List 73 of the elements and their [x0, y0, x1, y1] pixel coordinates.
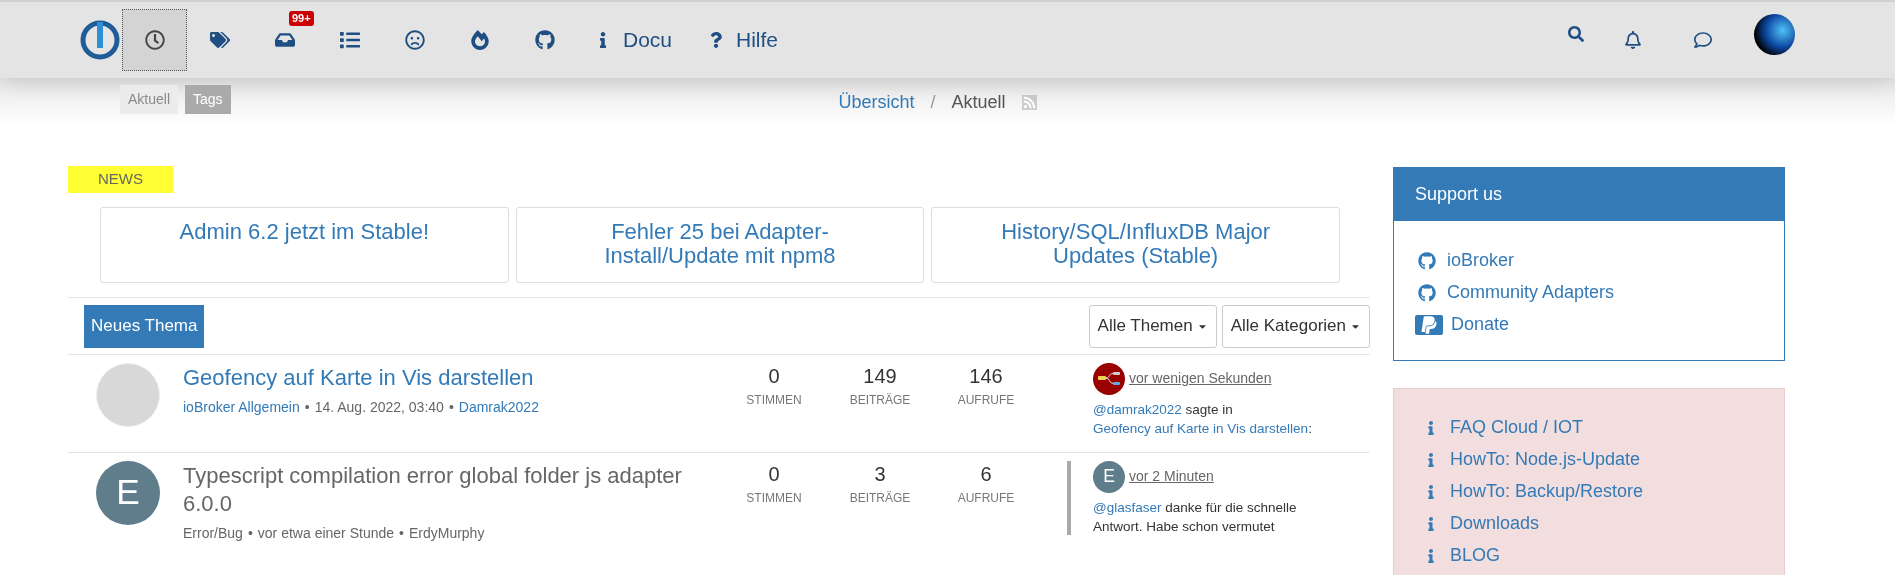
clock-icon: [144, 30, 165, 50]
bullet-separator: •: [304, 397, 310, 417]
support-link[interactable]: Community Adapters: [1415, 279, 1784, 306]
stat-label: BEITRÄGE: [849, 391, 911, 409]
info-link[interactable]: HowTo: Node.js-Update: [1424, 446, 1784, 473]
bullet-separator: •: [399, 523, 404, 543]
category-link[interactable]: ioBroker Allgemein: [183, 396, 300, 418]
filter-dropdown[interactable]: Alle Kategorien: [1221, 304, 1370, 348]
github-icon: [534, 30, 555, 50]
search-icon[interactable]: [1568, 26, 1584, 42]
nav-button[interactable]: [122, 9, 187, 71]
filter-dropdown[interactable]: Alle Themen: [1088, 304, 1217, 348]
flame-icon: [469, 30, 490, 50]
tags-icon: [209, 30, 230, 50]
support-panel-header: Support us: [1394, 168, 1784, 221]
news-card[interactable]: Fehler 25 bei Adapter-Install/Update mit npm8: [515, 206, 925, 283]
support-link[interactable]: Donate: [1415, 311, 1784, 338]
bullet-separator: •: [448, 397, 454, 417]
teaser-link[interactable]: Geofency auf Karte in Vis darstellen: [1093, 420, 1309, 436]
breadcrumb-current: Aktuell: [951, 90, 1006, 114]
circle-logo-icon[interactable]: [80, 20, 120, 60]
last-post-teaser: @glasfaser danke für die schnelle Antwort. Habe schon vermutet: [1093, 498, 1298, 536]
stat-value: 3: [874, 461, 886, 487]
paypal-icon: [1415, 314, 1443, 335]
stat-value: 0: [768, 461, 780, 487]
support-link[interactable]: ioBroker: [1415, 247, 1784, 274]
tooltip: Tags: [185, 85, 231, 114]
github-icon: [1418, 283, 1436, 302]
notification-bell-icon[interactable]: [1624, 31, 1642, 49]
author-link[interactable]: Damrak2022: [458, 396, 539, 418]
stat-label: STIMMEN: [746, 391, 802, 409]
stat-value: 0: [768, 363, 780, 389]
topic-title[interactable]: Geofency auf Karte in Vis darstellen: [183, 363, 713, 392]
breadcrumb-separator: /: [930, 90, 936, 114]
chat-icon[interactable]: [1694, 31, 1712, 49]
frown-face-icon: [404, 30, 425, 50]
nav-link[interactable]: Docu: [577, 9, 691, 71]
topic-time: 14. Aug. 2022, 03:40: [314, 397, 444, 417]
last-post-time-link[interactable]: vor 2 Minuten: [1129, 466, 1214, 487]
list-icon: [339, 30, 360, 50]
last-post-time-link[interactable]: vor wenigen Sekunden: [1129, 368, 1272, 389]
info-link[interactable]: Downloads: [1424, 510, 1784, 537]
letter-avatar: E: [1093, 460, 1125, 493]
stat-label: STIMMEN: [746, 489, 802, 507]
info-link[interactable]: HowTo: Backup/Restore: [1424, 478, 1784, 505]
stat-label: BEITRÄGE: [849, 489, 911, 507]
news-card[interactable]: History/SQL/InfluxDB Major Updates (Stable): [931, 206, 1340, 283]
topic-time: vor etwa einer Stunde: [257, 523, 395, 543]
teaser-link[interactable]: @damrak2022: [1093, 401, 1182, 417]
stat-label: AUFRUFE: [957, 489, 1015, 507]
topic-title[interactable]: Typescript compilation error global folder js adapter 6.0.0: [183, 461, 713, 518]
stat-value: 149: [863, 363, 897, 389]
info-link[interactable]: BLOG: [1424, 542, 1784, 569]
stat-value: 6: [980, 461, 992, 487]
info-link[interactable]: FAQ Cloud / IOT: [1424, 414, 1784, 441]
teaser-link[interactable]: @glasfaser: [1093, 499, 1162, 515]
news-card[interactable]: Admin 6.2 jetzt im Stable!: [100, 206, 509, 283]
news-heading: NEWS: [68, 166, 173, 193]
question-icon: [708, 32, 725, 48]
nav-link[interactable]: Hilfe: [690, 9, 797, 71]
count-badge: 99+: [289, 11, 314, 26]
inbox-icon: [274, 30, 295, 50]
author-link[interactable]: ErdyMurphy: [408, 522, 485, 544]
user-avatar[interactable]: [1754, 13, 1795, 55]
new-topic-button[interactable]: Neues Thema: [84, 304, 205, 348]
stat-value: 146: [969, 363, 1003, 389]
stat-label: AUFRUFE: [957, 391, 1015, 409]
category-link[interactable]: Error/Bug: [183, 522, 243, 544]
last-post-teaser: @damrak2022 sagte in Geofency auf Karte in Vis darstellen:: [1093, 400, 1313, 438]
github-icon: [1418, 251, 1436, 270]
bullet-separator: •: [247, 523, 253, 543]
breadcrumb-link[interactable]: Übersicht: [838, 88, 915, 116]
letter-avatar: E: [96, 460, 160, 525]
